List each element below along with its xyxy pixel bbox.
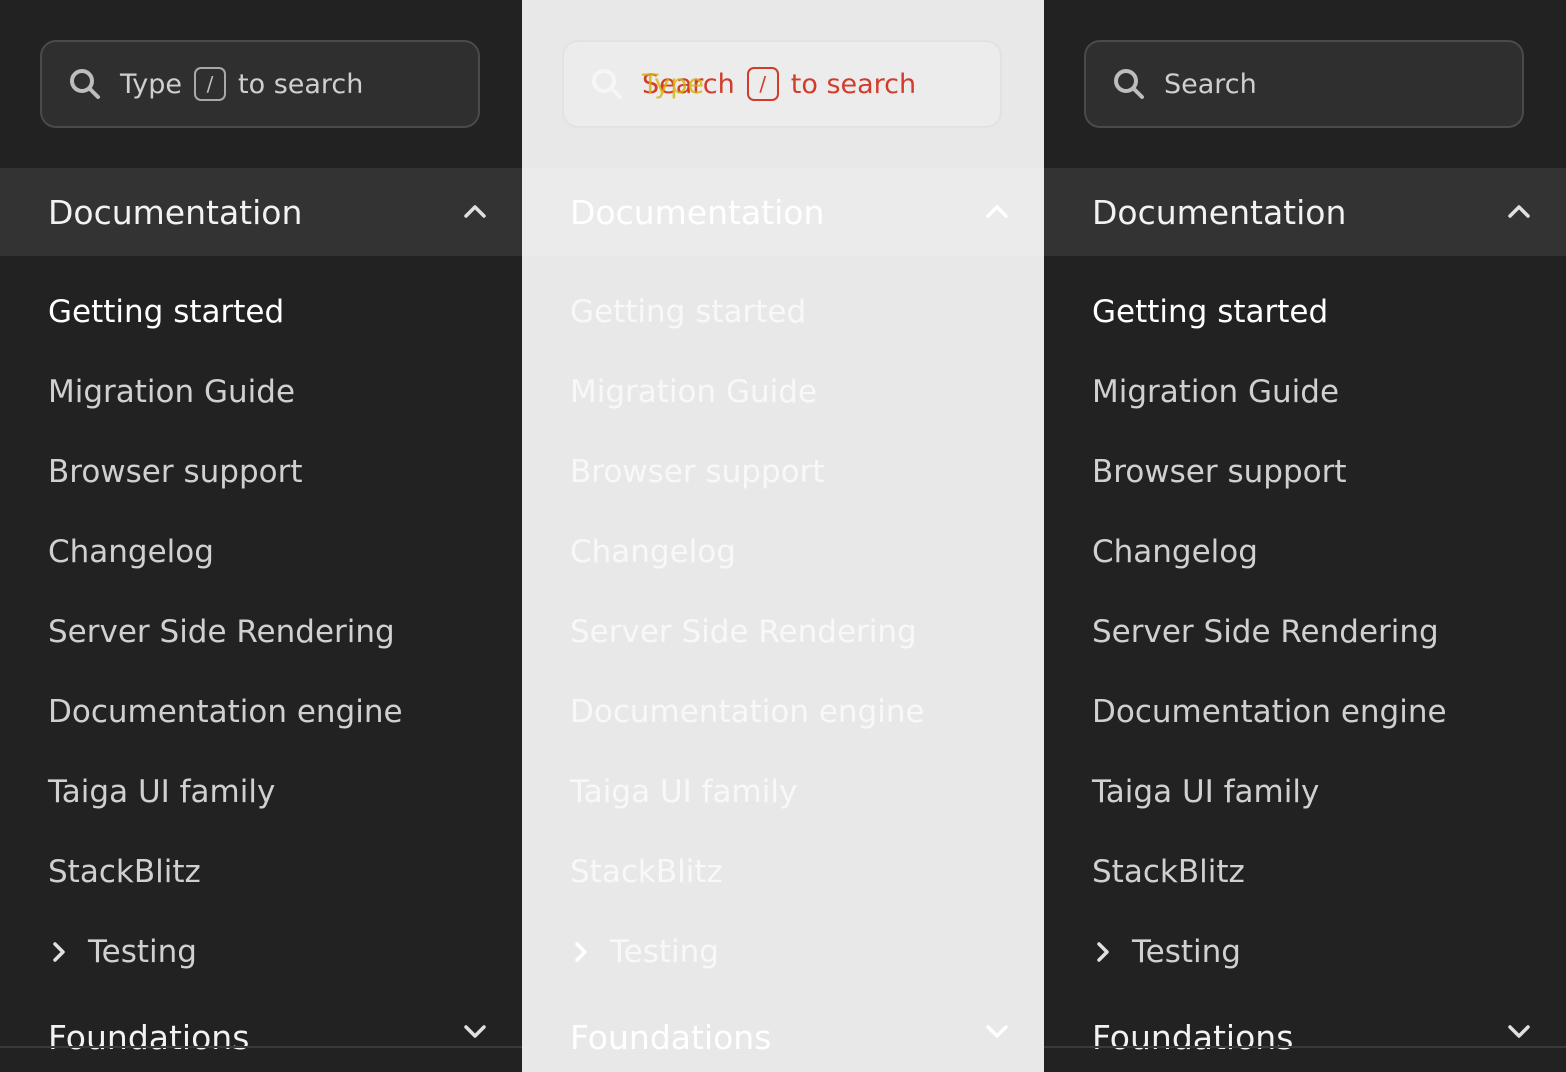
- nav-item-browser-support[interactable]: Browser support: [48, 432, 403, 512]
- nav-item-migration-guide[interactable]: Migration Guide: [48, 352, 403, 432]
- nav-item-migration-guide[interactable]: Migration Guide: [1092, 352, 1447, 432]
- chevron-down-icon: [984, 1018, 1010, 1044]
- nav-item-label: Taiga UI family: [570, 774, 798, 810]
- search-hint-overlap: Search Type: [642, 69, 735, 100]
- nav-item-ssr[interactable]: Server Side Rendering: [570, 592, 925, 672]
- nav-item-label: Server Side Rendering: [48, 614, 395, 650]
- nav-item-changelog[interactable]: Changelog: [1092, 512, 1447, 592]
- nav-item-getting-started[interactable]: Getting started: [1092, 272, 1447, 352]
- nav-item-label: Documentation engine: [570, 694, 925, 730]
- chevron-up-icon: [462, 199, 488, 225]
- nav-item-taiga-family[interactable]: Taiga UI family: [1092, 752, 1447, 832]
- shortcut-key: /: [194, 67, 227, 101]
- nav-item-changelog[interactable]: Changelog: [570, 512, 925, 592]
- nav-item-label: Migration Guide: [570, 374, 818, 410]
- search-field[interactable]: Search: [1084, 40, 1524, 128]
- section-label: Documentation: [570, 192, 825, 232]
- nav-item-label: Changelog: [1092, 534, 1258, 570]
- section-label: Foundations: [1092, 1018, 1294, 1057]
- chevron-right-icon: [1092, 941, 1114, 963]
- section-label: Documentation: [48, 192, 303, 232]
- search-icon: [68, 67, 102, 101]
- nav-list: Getting started Migration Guide Browser …: [1092, 272, 1447, 992]
- nav-item-doc-engine[interactable]: Documentation engine: [570, 672, 925, 752]
- nav-item-label: Browser support: [1092, 454, 1347, 490]
- nav-item-testing[interactable]: Testing: [570, 912, 925, 992]
- nav-item-doc-engine[interactable]: Documentation engine: [1092, 672, 1447, 752]
- search-hint-prefix: Type: [120, 68, 183, 100]
- nav-item-label: Taiga UI family: [48, 774, 276, 810]
- section-foundations[interactable]: Foundations: [0, 1000, 522, 1072]
- chevron-right-icon: [570, 941, 592, 963]
- nav-item-testing[interactable]: Testing: [1092, 912, 1447, 992]
- nav-item-doc-engine[interactable]: Documentation engine: [48, 672, 403, 752]
- nav-item-label: Browser support: [570, 454, 825, 490]
- nav-item-label: Migration Guide: [48, 374, 296, 410]
- nav-item-migration-guide[interactable]: Migration Guide: [570, 352, 925, 432]
- search-hint: Type / to search: [120, 67, 363, 101]
- nav-item-label: Documentation engine: [1092, 694, 1447, 730]
- nav-item-stackblitz[interactable]: StackBlitz: [48, 832, 403, 912]
- section-label: Foundations: [570, 1018, 772, 1057]
- nav-item-label: Documentation engine: [48, 694, 403, 730]
- nav-item-stackblitz[interactable]: StackBlitz: [570, 832, 925, 912]
- nav-item-label: Server Side Rendering: [570, 614, 917, 650]
- nav-item-label: Taiga UI family: [1092, 774, 1320, 810]
- section-documentation[interactable]: Documentation: [1044, 168, 1566, 256]
- nav-item-taiga-family[interactable]: Taiga UI family: [570, 752, 925, 832]
- section-foundations[interactable]: Foundations: [522, 1000, 1044, 1072]
- shortcut-key: /: [746, 67, 779, 101]
- nav-item-label: Changelog: [48, 534, 214, 570]
- nav-item-ssr[interactable]: Server Side Rendering: [1092, 592, 1447, 672]
- search-field[interactable]: Search Type / to search: [562, 40, 1002, 128]
- nav-item-label: StackBlitz: [48, 854, 201, 890]
- nav-list: Getting started Migration Guide Browser …: [48, 272, 403, 992]
- search-icon: [1112, 67, 1146, 101]
- divider: [0, 1046, 522, 1048]
- chevron-down-icon: [462, 1018, 488, 1044]
- nav-item-taiga-family[interactable]: Taiga UI family: [48, 752, 403, 832]
- nav-item-label: Getting started: [48, 294, 285, 330]
- nav-item-label: Testing: [1132, 934, 1241, 970]
- section-foundations[interactable]: Foundations: [1044, 1000, 1566, 1072]
- nav-item-changelog[interactable]: Changelog: [48, 512, 403, 592]
- chevron-right-icon: [48, 941, 70, 963]
- section-label: Documentation: [1092, 192, 1347, 232]
- search-hint: Search Type / to search: [642, 67, 916, 101]
- nav-item-label: Testing: [88, 934, 197, 970]
- nav-item-browser-support[interactable]: Browser support: [1092, 432, 1447, 512]
- search-hint-suffix: to search: [790, 68, 917, 100]
- nav-item-label: Server Side Rendering: [1092, 614, 1439, 650]
- nav-item-label: Changelog: [570, 534, 736, 570]
- nav-item-stackblitz[interactable]: StackBlitz: [1092, 832, 1447, 912]
- chevron-down-icon: [1506, 1018, 1532, 1044]
- nav-item-label: StackBlitz: [570, 854, 723, 890]
- nav-item-testing[interactable]: Testing: [48, 912, 403, 992]
- sidebar-panel-dark-left: Type / to search Documentation Getting s…: [0, 0, 522, 1072]
- sidebar-panel-dark-right: Search Documentation Getting started Mig…: [1044, 0, 1566, 1072]
- chevron-up-icon: [984, 199, 1010, 225]
- nav-item-label: Browser support: [48, 454, 303, 490]
- search-hint-ghost: Type: [642, 68, 705, 100]
- nav-item-browser-support[interactable]: Browser support: [570, 432, 925, 512]
- nav-item-label: Getting started: [570, 294, 807, 330]
- chevron-up-icon: [1506, 199, 1532, 225]
- search-icon: [590, 67, 624, 101]
- nav-list: Getting started Migration Guide Browser …: [570, 272, 925, 992]
- nav-item-ssr[interactable]: Server Side Rendering: [48, 592, 403, 672]
- search-placeholder: Search: [1164, 68, 1257, 100]
- nav-item-label: StackBlitz: [1092, 854, 1245, 890]
- section-label: Foundations: [48, 1018, 250, 1057]
- search-hint-suffix: to search: [238, 68, 364, 100]
- nav-item-getting-started[interactable]: Getting started: [48, 272, 403, 352]
- nav-item-label: Getting started: [1092, 294, 1329, 330]
- section-documentation[interactable]: Documentation: [0, 168, 522, 256]
- divider: [1044, 1046, 1566, 1048]
- search-field[interactable]: Type / to search: [40, 40, 480, 128]
- nav-item-getting-started[interactable]: Getting started: [570, 272, 925, 352]
- sidebar-panel-light: Search Type / to search Documentation Ge…: [522, 0, 1044, 1072]
- nav-item-label: Migration Guide: [1092, 374, 1340, 410]
- section-documentation[interactable]: Documentation: [522, 168, 1044, 256]
- nav-item-label: Testing: [610, 934, 719, 970]
